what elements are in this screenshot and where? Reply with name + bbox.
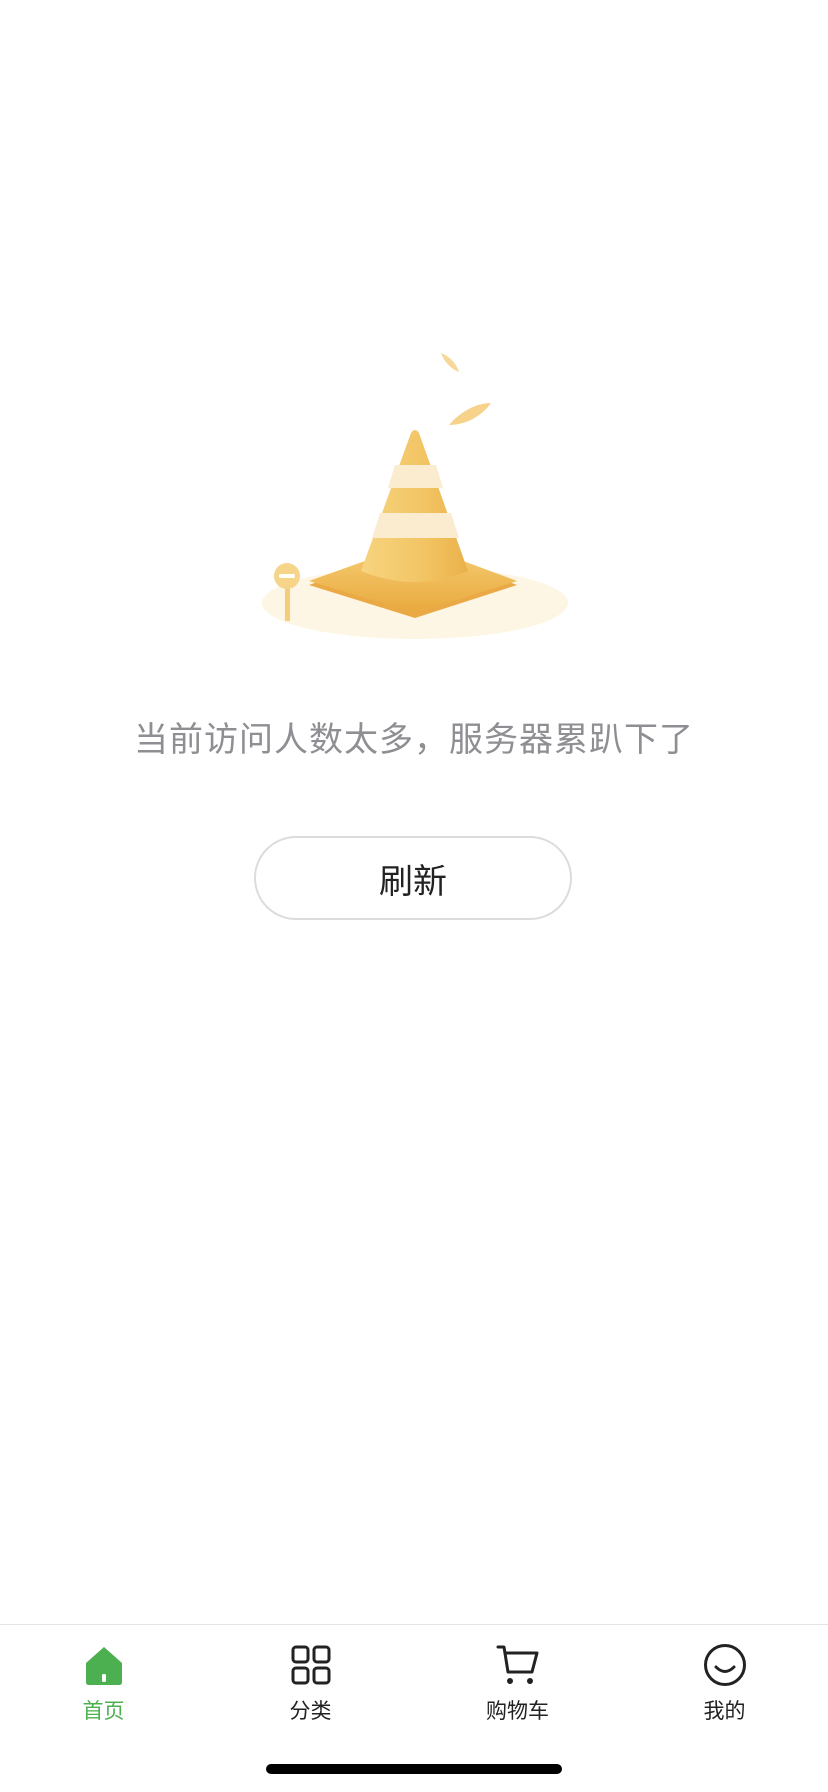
smiley-icon [703, 1644, 746, 1686]
tab-home-label: 首页 [82, 1699, 125, 1723]
tab-cart[interactable]: 购物车 [414, 1643, 621, 1743]
home-indicator [266, 1764, 562, 1774]
tab-profile[interactable]: 我的 [621, 1643, 828, 1743]
tab-cart-label: 购物车 [486, 1699, 549, 1723]
home-icon [85, 1647, 122, 1685]
tab-category[interactable]: 分类 [207, 1643, 414, 1743]
refresh-button[interactable]: 刷新 [254, 836, 572, 920]
traffic-cone-illustration [255, 345, 575, 645]
grid-icon [291, 1645, 330, 1685]
tab-home[interactable]: 首页 [0, 1643, 207, 1743]
tab-category-label: 分类 [289, 1699, 332, 1723]
cart-icon [496, 1645, 538, 1684]
tab-profile-label: 我的 [703, 1699, 746, 1723]
error-message: 当前访问人数太多，服务器累趴下了 [134, 720, 694, 760]
